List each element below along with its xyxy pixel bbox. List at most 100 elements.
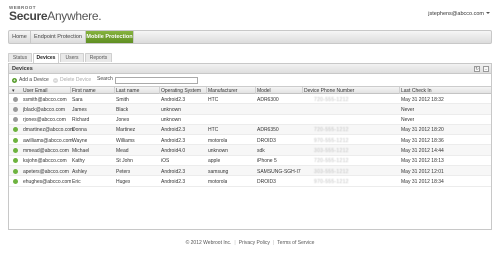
terms-of-service-link[interactable]: Terms of Service bbox=[277, 240, 314, 246]
panel-header: Devices ↻ – bbox=[9, 64, 491, 74]
devices-grid: ▾ User Email First name Last name Operat… bbox=[9, 86, 491, 187]
col-divider bbox=[302, 87, 303, 94]
cell-last-name: Huges bbox=[116, 178, 131, 185]
collapse-icon[interactable]: – bbox=[483, 66, 489, 72]
cell-first-name: Donna bbox=[72, 127, 87, 134]
cell-last-check-in: May 31 2012 18:32 bbox=[401, 96, 444, 103]
add-device-button[interactable]: + Add a Device bbox=[12, 77, 49, 83]
tab-endpoint-protection[interactable]: Endpoint Protection bbox=[31, 31, 86, 43]
cell-manufacturer: motorola bbox=[208, 137, 228, 144]
cell-manufacturer: apple bbox=[208, 158, 221, 165]
search-group: Search bbox=[97, 76, 198, 84]
status-icon bbox=[13, 106, 18, 112]
table-row[interactable]: ssmith@abcco.com Sara Smith Android2.3 HTC AD… bbox=[9, 94, 491, 105]
table-row[interactable]: dmartinez@abcco.com Donna Martinez Android2… bbox=[9, 124, 491, 136]
brand-part2: Anywhere. bbox=[47, 9, 102, 23]
cell-last-name: Williams bbox=[116, 137, 135, 144]
col-divider bbox=[399, 87, 400, 94]
cell-last-check-in: May 31 2012 18:13 bbox=[401, 158, 444, 165]
cell-last-check-in: May 31 2012 14:44 bbox=[401, 147, 444, 154]
cell-user-email[interactable]: rjones@abcco.com bbox=[23, 117, 66, 123]
cell-operating-system: Android2.3 bbox=[161, 127, 186, 134]
table-row[interactable]: apeters@abcco.com Ashley Peters Android2.3 s… bbox=[9, 166, 491, 177]
cell-last-check-in: May 31 2012 12:01 bbox=[401, 168, 444, 175]
table-row[interactable]: awilliams@abcco.com Wayne Williams Android2… bbox=[9, 135, 491, 146]
page: WEBROOT SecureAnywhere. jstephens@abcco.… bbox=[0, 0, 500, 257]
delete-device-button[interactable]: − Delete Device bbox=[53, 77, 91, 83]
col-divider bbox=[206, 87, 207, 94]
cell-model: ADR6350 bbox=[257, 127, 279, 134]
minus-icon: − bbox=[53, 78, 58, 83]
cell-manufacturer: HTC bbox=[208, 96, 219, 103]
table-row[interactable]: jblack@abcco.com James Black unknown Never bbox=[9, 104, 491, 115]
status-icon bbox=[13, 168, 18, 174]
cell-last-check-in: May 31 2012 18:20 bbox=[401, 127, 444, 134]
cell-user-email[interactable]: ssmith@abcco.com bbox=[23, 97, 67, 103]
footer-divider: | bbox=[234, 240, 236, 246]
table-row[interactable]: ksjohn@abcco.com Kathy St John iOS apple iPho… bbox=[9, 156, 491, 167]
status-icon bbox=[13, 117, 18, 123]
cell-operating-system: Android2.3 bbox=[161, 137, 186, 144]
cell-user-email[interactable]: apeters@abcco.com bbox=[23, 169, 69, 175]
table-row[interactable]: ehughes@abcco.com Eric Huges Android2.3 moto… bbox=[9, 176, 491, 187]
caret-down-icon bbox=[486, 12, 490, 14]
cell-device-phone-number: 303-555-1212 bbox=[314, 147, 349, 154]
cell-device-phone-number: 720-555-1212 bbox=[314, 127, 349, 134]
cell-model: sdk bbox=[257, 147, 265, 154]
cell-last-check-in: May 31 2012 18:34 bbox=[401, 178, 444, 185]
subtab-reports[interactable]: Reports bbox=[85, 53, 112, 62]
refresh-icon[interactable]: ↻ bbox=[474, 66, 480, 72]
cell-last-check-in: May 31 2012 18:36 bbox=[401, 137, 444, 144]
cell-manufacturer: unknown bbox=[208, 147, 229, 154]
status-icon bbox=[13, 96, 18, 102]
table-row[interactable]: rjones@abcco.com Richard Jones unknown Never bbox=[9, 115, 491, 125]
cell-device-phone-number: 970-555-1212 bbox=[314, 137, 349, 144]
cell-first-name: Ashley bbox=[72, 168, 88, 175]
cell-operating-system: Android2.3 bbox=[161, 168, 186, 175]
cell-first-name: Kathy bbox=[72, 158, 85, 165]
cell-user-email[interactable]: ksjohn@abcco.com bbox=[23, 158, 67, 164]
cell-model: iPhone 5 bbox=[257, 158, 277, 165]
privacy-policy-link[interactable]: Privacy Policy bbox=[239, 240, 270, 246]
devices-panel: Devices ↻ – + Add a Device − Delete Device… bbox=[8, 63, 492, 230]
cell-last-name: Smith bbox=[116, 96, 129, 103]
subtab-users[interactable]: Users bbox=[60, 53, 84, 62]
brand-logo[interactable]: SecureAnywhere. bbox=[9, 9, 102, 23]
cell-first-name: Richard bbox=[72, 117, 90, 124]
cell-operating-system: iOS bbox=[161, 158, 170, 165]
table-row[interactable]: mmead@abcco.com Michael Mead Android4.0 unkn… bbox=[9, 145, 491, 156]
user-email: jstephens@abcco.com bbox=[428, 11, 484, 17]
cell-first-name: James bbox=[72, 106, 87, 113]
cell-operating-system: Android4.0 bbox=[161, 147, 186, 154]
cell-first-name: Wayne bbox=[72, 137, 88, 144]
footer: © 2012 Webroot Inc. | Privacy Policy | Terms… bbox=[0, 240, 500, 246]
status-icon bbox=[13, 147, 18, 153]
cell-last-name: Peters bbox=[116, 168, 131, 175]
user-menu[interactable]: jstephens@abcco.com bbox=[428, 11, 490, 17]
col-divider bbox=[70, 87, 71, 94]
cell-user-email[interactable]: ehughes@abcco.com bbox=[23, 179, 71, 185]
cell-manufacturer: HTC bbox=[208, 127, 219, 134]
tab-mobile-protection[interactable]: Mobile Protection bbox=[86, 31, 134, 43]
cell-user-email[interactable]: jblack@abcco.com bbox=[23, 107, 65, 113]
search-label: Search bbox=[97, 76, 113, 82]
cell-model: SAMSUNG-SGH-I7... bbox=[257, 168, 301, 175]
status-icon bbox=[13, 178, 18, 184]
cell-user-email[interactable]: dmartinez@abcco.com bbox=[23, 127, 74, 133]
top-nav: Home Endpoint Protection Mobile Protecti… bbox=[8, 30, 492, 44]
subtab-devices[interactable]: Devices bbox=[33, 53, 59, 63]
cell-device-phone-number: 720-555-1212 bbox=[314, 158, 349, 165]
cell-manufacturer: motorola bbox=[208, 178, 228, 185]
search-input[interactable] bbox=[114, 76, 198, 84]
cell-user-email[interactable]: mmead@abcco.com bbox=[23, 148, 69, 154]
cell-user-email[interactable]: awilliams@abcco.com bbox=[23, 138, 73, 144]
tab-home[interactable]: Home bbox=[9, 31, 31, 43]
header: WEBROOT SecureAnywhere. jstephens@abcco.… bbox=[0, 0, 500, 28]
grid-header: ▾ User Email First name Last name Operat… bbox=[9, 86, 491, 94]
cell-operating-system: unknown bbox=[161, 117, 182, 124]
cell-first-name: Sara bbox=[72, 96, 83, 103]
subtab-status[interactable]: Status bbox=[8, 53, 32, 62]
cell-model: DROID3 bbox=[257, 137, 276, 144]
cell-last-name: Black bbox=[116, 106, 129, 113]
cell-first-name: Michael bbox=[72, 147, 90, 154]
